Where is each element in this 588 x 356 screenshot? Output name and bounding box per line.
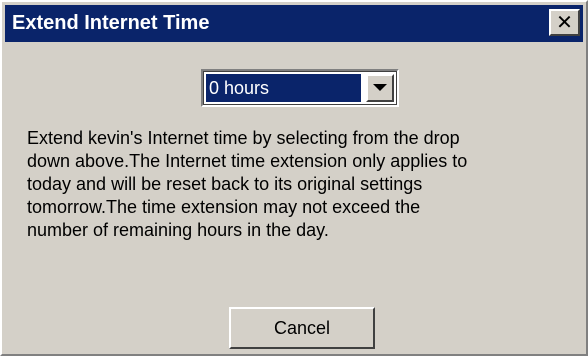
extend-internet-time-dialog: Extend Internet Time ✕ 0 hours Extend ke…: [0, 0, 588, 356]
description-line: Extend kevin's Internet time by selectin…: [27, 128, 460, 148]
chevron-down-icon: [373, 84, 387, 91]
hours-dropdown-value: 0 hours: [206, 74, 361, 102]
dropdown-arrow-button[interactable]: [366, 74, 394, 102]
description-line: today and will be reset back to its orig…: [27, 174, 423, 194]
close-button[interactable]: ✕: [549, 9, 580, 36]
cancel-button[interactable]: Cancel: [229, 307, 375, 349]
window-title: Extend Internet Time: [12, 12, 210, 34]
description-line: down above.The Internet time extension o…: [27, 151, 468, 171]
close-icon: ✕: [556, 10, 573, 34]
description-line: number of remaining hours in the day.: [27, 220, 329, 240]
title-bar[interactable]: Extend Internet Time ✕: [5, 5, 583, 42]
description-line: tomorrow.The time extension may not exce…: [27, 197, 421, 217]
description-text: Extend kevin's Internet time by selectin…: [27, 127, 572, 242]
hours-dropdown[interactable]: 0 hours: [201, 69, 399, 107]
